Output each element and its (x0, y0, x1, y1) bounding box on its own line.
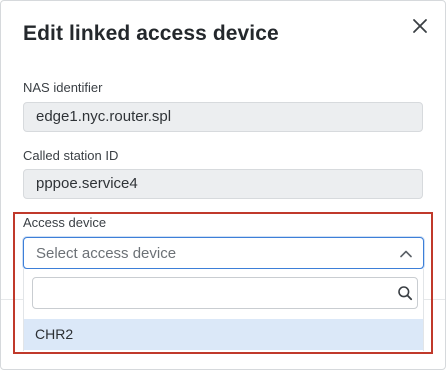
access-device-select[interactable]: Select access device (23, 237, 424, 269)
dropdown-option-chr2[interactable]: CHR2 (24, 319, 423, 350)
nas-identifier-label: NAS identifier (23, 80, 103, 95)
chevron-up-icon[interactable] (398, 246, 414, 262)
dropdown-search-input[interactable] (33, 278, 403, 308)
dialog-title: Edit linked access device (23, 22, 279, 45)
search-icon[interactable] (397, 285, 413, 301)
nas-identifier-field: edge1.nyc.router.spl (23, 102, 423, 132)
access-device-dropdown: CHR2 (23, 269, 424, 351)
access-device-label: Access device (23, 215, 107, 230)
dropdown-search (32, 277, 418, 309)
called-station-id-field: pppoe.service4 (23, 169, 423, 199)
edit-linked-access-device-dialog: Edit linked access device NAS identifier… (0, 0, 446, 370)
called-station-id-label: Called station ID (23, 148, 119, 163)
access-device-placeholder: Select access device (36, 245, 177, 262)
dropdown-option-label: CHR2 (35, 326, 74, 342)
close-icon[interactable] (409, 15, 431, 37)
